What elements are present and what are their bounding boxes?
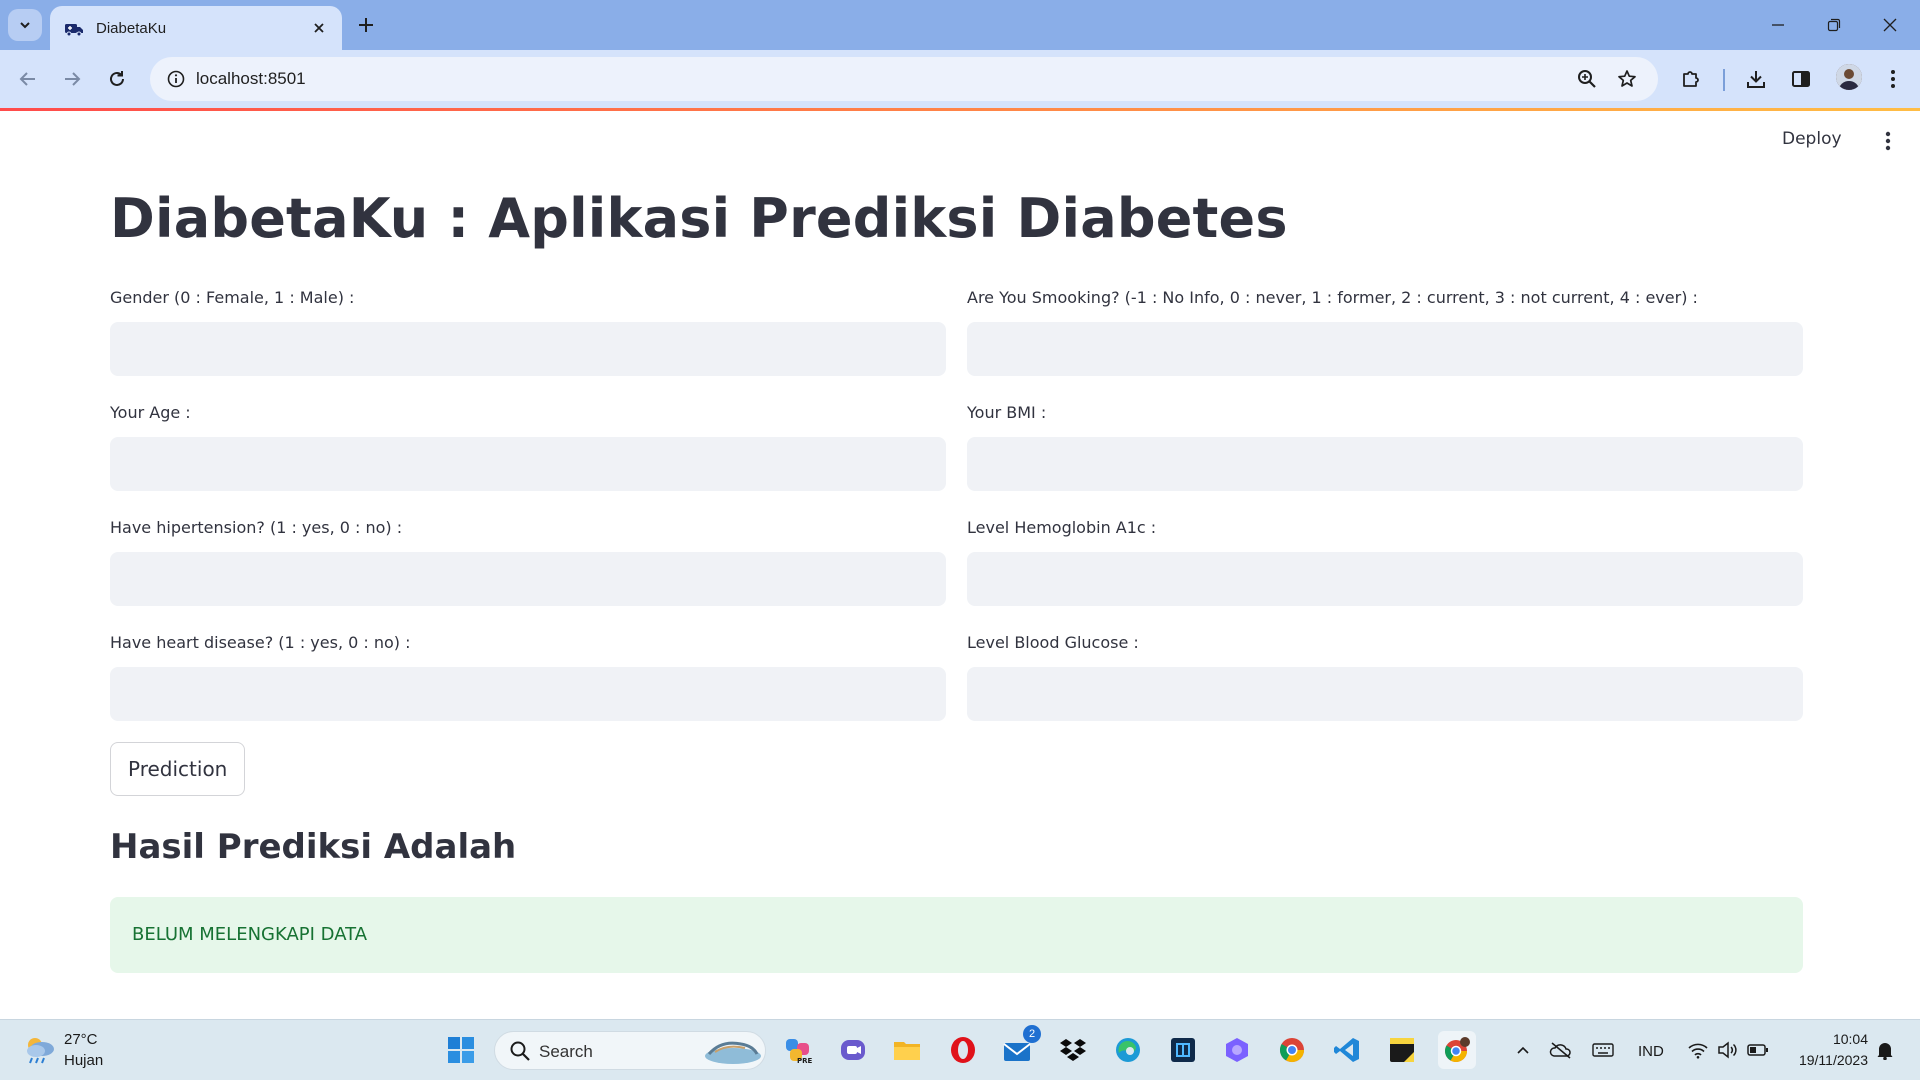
browser-menu-icon[interactable] — [1875, 61, 1911, 97]
weather-description[interactable]: Hujan — [64, 1052, 103, 1069]
bookmark-star-icon[interactable] — [1614, 66, 1640, 92]
notification-bell-icon[interactable] — [1872, 1038, 1898, 1062]
hipertension-field: Have hipertension? (1 : yes, 0 : no) : — [110, 518, 946, 606]
keyboard-icon[interactable] — [1590, 1038, 1616, 1062]
back-arrow-icon[interactable] — [10, 61, 46, 97]
taskbar-search-box[interactable]: Search — [494, 1031, 766, 1070]
site-info-icon[interactable] — [162, 65, 190, 93]
store-app-icon[interactable] — [1164, 1031, 1202, 1069]
loop-app-icon[interactable] — [1218, 1031, 1256, 1069]
window-close-icon[interactable] — [1868, 10, 1912, 40]
wifi-icon[interactable] — [1685, 1038, 1711, 1062]
bmi-input[interactable] — [967, 437, 1803, 491]
hipertension-label: Have hipertension? (1 : yes, 0 : no) : — [110, 518, 403, 537]
toolbar-separator — [1723, 69, 1725, 91]
sticky-notes-icon[interactable] — [1383, 1031, 1421, 1069]
result-alert: BELUM MELENGKAPI DATA — [110, 897, 1803, 973]
windows-start-icon[interactable] — [442, 1031, 480, 1069]
smoking-label: Are You Smooking? (-1 : No Info, 0 : nev… — [967, 288, 1698, 307]
smoking-input[interactable] — [967, 322, 1803, 376]
forward-arrow-icon[interactable] — [54, 61, 90, 97]
app-menu-icon[interactable] — [1876, 129, 1900, 153]
hipertension-input[interactable] — [110, 552, 946, 606]
gender-field: Gender (0 : Female, 1 : Male) : — [110, 288, 946, 376]
onedrive-offline-icon[interactable] — [1548, 1038, 1574, 1062]
minimize-icon[interactable] — [1756, 10, 1800, 40]
result-heading: Hasil Prediksi Adalah — [110, 827, 517, 867]
browser-tab-bar: DiabetaKu — [0, 0, 1920, 50]
url-text[interactable]: localhost:8501 — [196, 69, 306, 89]
chrome-profile-app-icon[interactable] — [1438, 1031, 1476, 1069]
chevron-down-icon — [20, 22, 30, 29]
restore-icon[interactable] — [1812, 10, 1856, 40]
file-explorer-icon[interactable] — [888, 1031, 926, 1069]
mail-icon[interactable]: 2 — [999, 1025, 1041, 1069]
browser-toolbar: localhost:8501 — [0, 50, 1920, 108]
hba1c-field: Level Hemoglobin A1c : — [967, 518, 1803, 606]
input-language-indicator[interactable]: IND — [1638, 1043, 1664, 1060]
glucose-input[interactable] — [967, 667, 1803, 721]
prediction-button[interactable]: Prediction — [110, 742, 246, 796]
glucose-label: Level Blood Glucose : — [967, 633, 1139, 652]
bmi-field: Your BMI : — [967, 403, 1803, 491]
gender-label: Gender (0 : Female, 1 : Male) : — [110, 288, 355, 307]
deploy-button[interactable]: Deploy — [1782, 129, 1842, 149]
vscode-icon[interactable] — [1328, 1031, 1366, 1069]
hba1c-label: Level Hemoglobin A1c : — [967, 518, 1157, 537]
result-text: BELUM MELENGKAPI DATA — [132, 924, 368, 945]
age-input[interactable] — [110, 437, 946, 491]
bmi-label: Your BMI : — [967, 403, 1047, 422]
windows-taskbar: 27°C Hujan Search PRE 2 IND 10:04 19/11/… — [0, 1019, 1920, 1080]
heart-disease-input[interactable] — [110, 667, 946, 721]
heart-disease-label: Have heart disease? (1 : yes, 0 : no) : — [110, 633, 411, 652]
weather-temperature[interactable]: 27°C — [64, 1031, 98, 1048]
clock-time[interactable]: 10:04 — [1790, 1031, 1868, 1047]
dropbox-icon[interactable] — [1054, 1031, 1092, 1069]
svg-text:PRE: PRE — [797, 1057, 813, 1065]
rain-cloud-icon[interactable] — [22, 1034, 58, 1066]
opera-browser-icon[interactable] — [944, 1031, 982, 1069]
edge-browser-icon[interactable] — [1109, 1031, 1147, 1069]
ambulance-icon — [65, 24, 83, 37]
browser-tab-active[interactable]: DiabetaKu — [50, 6, 342, 50]
download-icon[interactable] — [1738, 61, 1774, 97]
taskbar-search-label: Search — [539, 1042, 593, 1061]
app-main: Deploy DiabetaKu : Aplikasi Prediksi Dia… — [0, 111, 1920, 1019]
volume-icon[interactable] — [1715, 1038, 1741, 1062]
age-label: Your Age : — [110, 403, 191, 422]
chrome-browser-icon[interactable] — [1273, 1031, 1311, 1069]
teams-chat-icon[interactable] — [834, 1031, 872, 1069]
address-bar[interactable]: localhost:8501 — [150, 57, 1658, 101]
glucose-field: Level Blood Glucose : — [967, 633, 1803, 721]
search-highlight-illustration-icon — [705, 1041, 761, 1064]
copilot-icon[interactable]: PRE — [779, 1031, 817, 1069]
new-tab-plus-icon[interactable] — [354, 13, 378, 37]
zoom-icon[interactable] — [1574, 66, 1600, 92]
hba1c-input[interactable] — [967, 552, 1803, 606]
gender-input[interactable] — [110, 322, 946, 376]
show-hidden-icons-chevron-icon[interactable] — [1512, 1038, 1534, 1062]
battery-icon[interactable] — [1745, 1038, 1771, 1062]
side-panel-icon[interactable] — [1783, 61, 1819, 97]
age-field: Your Age : — [110, 403, 946, 491]
heart-disease-field: Have heart disease? (1 : yes, 0 : no) : — [110, 633, 946, 721]
search-icon — [510, 1041, 530, 1061]
profile-avatar[interactable] — [1836, 64, 1862, 90]
reload-icon[interactable] — [99, 61, 135, 97]
mail-badge: 2 — [1023, 1025, 1041, 1043]
clock-date[interactable]: 19/11/2023 — [1790, 1052, 1868, 1068]
tab-title: DiabetaKu — [96, 19, 167, 37]
tab-close-icon[interactable] — [310, 19, 328, 37]
page-title: DiabetaKu : Aplikasi Prediksi Diabetes — [110, 187, 1288, 250]
extensions-puzzle-icon[interactable] — [1673, 61, 1709, 97]
tab-search-button[interactable] — [8, 9, 42, 41]
smoking-field: Are You Smooking? (-1 : No Info, 0 : nev… — [967, 288, 1803, 376]
